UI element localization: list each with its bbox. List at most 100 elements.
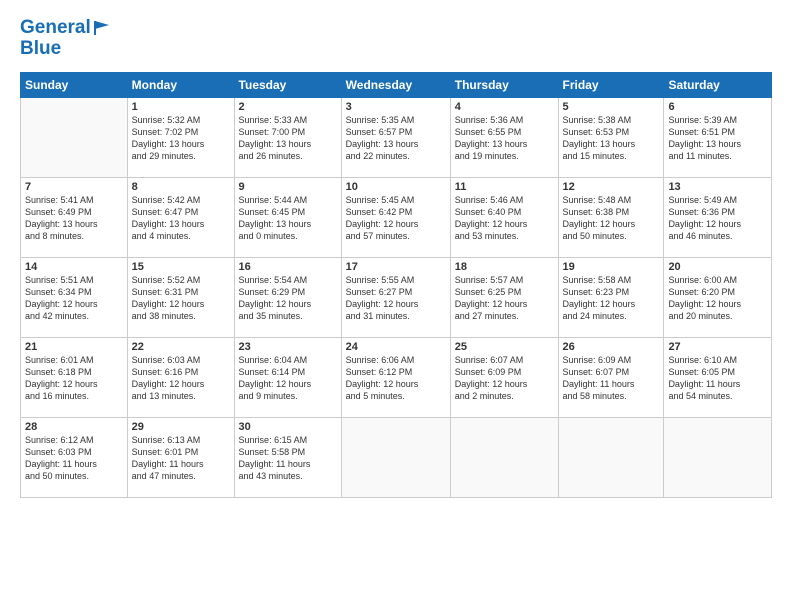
day-number: 6 (668, 101, 767, 113)
calendar-cell: 10Sunrise: 5:45 AM Sunset: 6:42 PM Dayli… (341, 177, 450, 257)
calendar-cell: 21Sunrise: 6:01 AM Sunset: 6:18 PM Dayli… (21, 337, 128, 417)
day-info: Sunrise: 5:38 AM Sunset: 6:53 PM Dayligh… (563, 114, 660, 163)
day-info: Sunrise: 5:55 AM Sunset: 6:27 PM Dayligh… (346, 274, 446, 323)
calendar-cell: 2Sunrise: 5:33 AM Sunset: 7:00 PM Daylig… (234, 97, 341, 177)
day-number: 5 (563, 101, 660, 113)
day-info: Sunrise: 5:35 AM Sunset: 6:57 PM Dayligh… (346, 114, 446, 163)
calendar-cell: 17Sunrise: 5:55 AM Sunset: 6:27 PM Dayli… (341, 257, 450, 337)
day-info: Sunrise: 5:49 AM Sunset: 6:36 PM Dayligh… (668, 194, 767, 243)
calendar-cell: 24Sunrise: 6:06 AM Sunset: 6:12 PM Dayli… (341, 337, 450, 417)
calendar-cell: 22Sunrise: 6:03 AM Sunset: 6:16 PM Dayli… (127, 337, 234, 417)
day-number: 21 (25, 341, 123, 353)
calendar-cell (341, 417, 450, 497)
weekday-header-row: SundayMondayTuesdayWednesdayThursdayFrid… (21, 72, 772, 97)
weekday-saturday: Saturday (664, 72, 772, 97)
day-info: Sunrise: 5:42 AM Sunset: 6:47 PM Dayligh… (132, 194, 230, 243)
calendar-cell: 8Sunrise: 5:42 AM Sunset: 6:47 PM Daylig… (127, 177, 234, 257)
day-info: Sunrise: 5:57 AM Sunset: 6:25 PM Dayligh… (455, 274, 554, 323)
logo-blue: Blue (20, 39, 111, 60)
day-number: 8 (132, 181, 230, 193)
calendar-cell: 28Sunrise: 6:12 AM Sunset: 6:03 PM Dayli… (21, 417, 128, 497)
calendar-cell: 5Sunrise: 5:38 AM Sunset: 6:53 PM Daylig… (558, 97, 664, 177)
calendar-cell: 25Sunrise: 6:07 AM Sunset: 6:09 PM Dayli… (450, 337, 558, 417)
calendar-cell: 14Sunrise: 5:51 AM Sunset: 6:34 PM Dayli… (21, 257, 128, 337)
calendar-cell: 23Sunrise: 6:04 AM Sunset: 6:14 PM Dayli… (234, 337, 341, 417)
day-info: Sunrise: 5:52 AM Sunset: 6:31 PM Dayligh… (132, 274, 230, 323)
calendar-cell (450, 417, 558, 497)
day-number: 29 (132, 421, 230, 433)
day-info: Sunrise: 5:58 AM Sunset: 6:23 PM Dayligh… (563, 274, 660, 323)
calendar-cell: 4Sunrise: 5:36 AM Sunset: 6:55 PM Daylig… (450, 97, 558, 177)
day-info: Sunrise: 6:15 AM Sunset: 5:58 PM Dayligh… (239, 434, 337, 483)
day-number: 24 (346, 341, 446, 353)
weekday-friday: Friday (558, 72, 664, 97)
calendar-cell: 27Sunrise: 6:10 AM Sunset: 6:05 PM Dayli… (664, 337, 772, 417)
day-info: Sunrise: 5:54 AM Sunset: 6:29 PM Dayligh… (239, 274, 337, 323)
calendar-cell: 18Sunrise: 5:57 AM Sunset: 6:25 PM Dayli… (450, 257, 558, 337)
logo-flag-icon (93, 20, 111, 36)
day-number: 18 (455, 261, 554, 273)
calendar-cell: 13Sunrise: 5:49 AM Sunset: 6:36 PM Dayli… (664, 177, 772, 257)
calendar-cell: 3Sunrise: 5:35 AM Sunset: 6:57 PM Daylig… (341, 97, 450, 177)
calendar-cell: 19Sunrise: 5:58 AM Sunset: 6:23 PM Dayli… (558, 257, 664, 337)
day-info: Sunrise: 5:41 AM Sunset: 6:49 PM Dayligh… (25, 194, 123, 243)
logo-general: General (20, 17, 91, 38)
day-info: Sunrise: 5:33 AM Sunset: 7:00 PM Dayligh… (239, 114, 337, 163)
day-info: Sunrise: 5:44 AM Sunset: 6:45 PM Dayligh… (239, 194, 337, 243)
header: General Blue (20, 18, 772, 60)
day-number: 17 (346, 261, 446, 273)
day-info: Sunrise: 5:32 AM Sunset: 7:02 PM Dayligh… (132, 114, 230, 163)
day-number: 23 (239, 341, 337, 353)
day-info: Sunrise: 5:45 AM Sunset: 6:42 PM Dayligh… (346, 194, 446, 243)
day-info: Sunrise: 6:00 AM Sunset: 6:20 PM Dayligh… (668, 274, 767, 323)
day-number: 12 (563, 181, 660, 193)
day-info: Sunrise: 6:06 AM Sunset: 6:12 PM Dayligh… (346, 354, 446, 403)
logo: General Blue (20, 18, 111, 60)
day-number: 10 (346, 181, 446, 193)
weekday-tuesday: Tuesday (234, 72, 341, 97)
calendar-cell: 12Sunrise: 5:48 AM Sunset: 6:38 PM Dayli… (558, 177, 664, 257)
day-info: Sunrise: 5:36 AM Sunset: 6:55 PM Dayligh… (455, 114, 554, 163)
day-number: 26 (563, 341, 660, 353)
weekday-thursday: Thursday (450, 72, 558, 97)
day-number: 25 (455, 341, 554, 353)
day-number: 3 (346, 101, 446, 113)
calendar-cell (664, 417, 772, 497)
day-info: Sunrise: 5:51 AM Sunset: 6:34 PM Dayligh… (25, 274, 123, 323)
day-info: Sunrise: 6:13 AM Sunset: 6:01 PM Dayligh… (132, 434, 230, 483)
calendar-cell: 6Sunrise: 5:39 AM Sunset: 6:51 PM Daylig… (664, 97, 772, 177)
day-number: 19 (563, 261, 660, 273)
day-number: 16 (239, 261, 337, 273)
week-row-4: 28Sunrise: 6:12 AM Sunset: 6:03 PM Dayli… (21, 417, 772, 497)
day-info: Sunrise: 5:39 AM Sunset: 6:51 PM Dayligh… (668, 114, 767, 163)
week-row-1: 7Sunrise: 5:41 AM Sunset: 6:49 PM Daylig… (21, 177, 772, 257)
calendar-cell: 7Sunrise: 5:41 AM Sunset: 6:49 PM Daylig… (21, 177, 128, 257)
day-info: Sunrise: 6:12 AM Sunset: 6:03 PM Dayligh… (25, 434, 123, 483)
day-number: 4 (455, 101, 554, 113)
day-number: 13 (668, 181, 767, 193)
calendar-cell (21, 97, 128, 177)
weekday-wednesday: Wednesday (341, 72, 450, 97)
calendar-cell (558, 417, 664, 497)
page: General Blue SundayMondayTuesdayWednesda… (0, 0, 792, 612)
calendar-cell: 1Sunrise: 5:32 AM Sunset: 7:02 PM Daylig… (127, 97, 234, 177)
weekday-monday: Monday (127, 72, 234, 97)
calendar-cell: 9Sunrise: 5:44 AM Sunset: 6:45 PM Daylig… (234, 177, 341, 257)
calendar-table: SundayMondayTuesdayWednesdayThursdayFrid… (20, 72, 772, 498)
day-number: 30 (239, 421, 337, 433)
day-number: 20 (668, 261, 767, 273)
day-number: 22 (132, 341, 230, 353)
day-number: 7 (25, 181, 123, 193)
day-number: 28 (25, 421, 123, 433)
week-row-0: 1Sunrise: 5:32 AM Sunset: 7:02 PM Daylig… (21, 97, 772, 177)
day-info: Sunrise: 6:03 AM Sunset: 6:16 PM Dayligh… (132, 354, 230, 403)
day-info: Sunrise: 6:01 AM Sunset: 6:18 PM Dayligh… (25, 354, 123, 403)
calendar-cell: 15Sunrise: 5:52 AM Sunset: 6:31 PM Dayli… (127, 257, 234, 337)
calendar-cell: 20Sunrise: 6:00 AM Sunset: 6:20 PM Dayli… (664, 257, 772, 337)
day-number: 1 (132, 101, 230, 113)
day-info: Sunrise: 6:07 AM Sunset: 6:09 PM Dayligh… (455, 354, 554, 403)
day-number: 2 (239, 101, 337, 113)
week-row-3: 21Sunrise: 6:01 AM Sunset: 6:18 PM Dayli… (21, 337, 772, 417)
day-info: Sunrise: 6:04 AM Sunset: 6:14 PM Dayligh… (239, 354, 337, 403)
week-row-2: 14Sunrise: 5:51 AM Sunset: 6:34 PM Dayli… (21, 257, 772, 337)
